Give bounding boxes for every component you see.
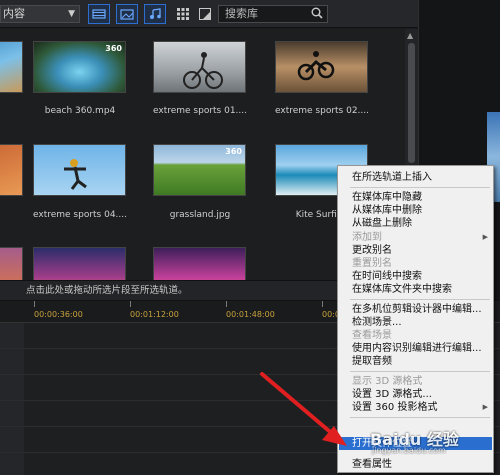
menu-item-add-to: 添加到 ▶ [339, 231, 492, 244]
media-thumbnail[interactable] [153, 41, 246, 93]
chevron-down-icon: ▼ [68, 9, 75, 19]
media-thumbnail[interactable] [153, 247, 246, 280]
menu-item-change-alias[interactable]: 更改别名 [339, 244, 492, 257]
thumbnail-size-button[interactable] [194, 4, 216, 24]
media-thumbnail[interactable] [33, 144, 126, 196]
media-thumbnail[interactable]: 360 [33, 41, 126, 93]
menu-item-detect-scenes[interactable]: 检测场景... [339, 316, 492, 329]
menu-separator [350, 417, 490, 418]
menu-item-set-360-projection[interactable]: 设置 360 投影格式 ▶ [339, 401, 492, 414]
menu-item-reset-alias: 重置别名 [352, 258, 392, 269]
menu-item-multicam-edit[interactable]: 在多机位剪辑设计器中编辑... [339, 303, 492, 316]
media-filter-dropdown[interactable]: 内容 ▼ [0, 5, 80, 23]
menu-item-show-3d-format: 显示 3D 源格式 [352, 376, 423, 387]
media-thumbnail[interactable] [0, 41, 23, 93]
video-filter-button[interactable] [88, 4, 110, 24]
grid-icon [177, 8, 189, 20]
media-caption: extreme sports 04.... [32, 210, 128, 220]
media-caption: extreme sports 01.... [152, 106, 248, 116]
search-icon[interactable] [311, 7, 323, 19]
menu-item-set-3d-format[interactable]: 设置 3D 源格式... [339, 388, 492, 401]
360-badge: 360 [225, 147, 242, 156]
image-filter-button[interactable] [116, 4, 138, 24]
media-thumbnail[interactable] [33, 247, 126, 280]
menu-item-label: 添加到 [352, 232, 382, 243]
film-icon [92, 9, 106, 19]
audio-filter-button[interactable] [144, 4, 166, 24]
music-note-icon [150, 8, 161, 19]
media-caption: grassland.jpg [169, 210, 231, 220]
skydiver-icon [64, 159, 87, 190]
menu-item-delete-from-library[interactable]: 从媒体库中删除 [339, 204, 492, 217]
scroll-up-icon[interactable]: ▲ [407, 31, 413, 40]
app-window: 内容 ▼ 搜索库 360 beach 360.mp4 extreme sport… [0, 0, 500, 475]
motocross-icon [297, 51, 335, 81]
menu-item-delete-from-disk[interactable]: 从磁盘上删除 [339, 217, 492, 230]
menu-separator [350, 187, 490, 188]
watermark-url: jingyan.baidu.com [372, 446, 446, 455]
library-search-input[interactable]: 搜索库 [218, 5, 328, 23]
media-thumbnail[interactable] [0, 247, 23, 280]
menu-separator [350, 371, 490, 372]
picture-icon [120, 8, 134, 20]
360-badge: 360 [105, 44, 122, 53]
media-thumbnail[interactable] [0, 144, 23, 196]
menu-item-view-properties[interactable]: 查看属性 [339, 458, 492, 471]
menu-item-hide-in-library[interactable]: 在媒体库中隐藏 [339, 191, 492, 204]
menu-item-content-aware-edit[interactable]: 使用内容识别编辑进行编辑... [339, 342, 492, 355]
menu-item-extract-audio[interactable]: 提取音频 [339, 355, 492, 368]
media-filter-label: 内容 [3, 7, 25, 20]
menu-item-label: 设置 360 投影格式 [352, 402, 438, 413]
menu-item-view-scenes: 查看场景 [352, 330, 392, 341]
grid-view-button[interactable] [172, 4, 194, 24]
ruler-tick-label: 00:01:48:00 [226, 310, 275, 319]
menu-item-search-library-folder[interactable]: 在媒体库文件夹中搜索 [339, 283, 492, 296]
menu-separator [350, 299, 490, 300]
search-placeholder: 搜索库 [225, 7, 258, 20]
library-toolbar: 内容 ▼ 搜索库 [0, 0, 418, 28]
scroll-thumb[interactable] [408, 43, 415, 163]
bmx-rider-icon [183, 52, 223, 89]
ruler-tick-label: 00:00:36:00 [34, 310, 83, 319]
media-thumbnail[interactable] [275, 41, 368, 93]
resize-icon [199, 8, 211, 20]
menu-item-insert-on-track[interactable]: 在所选轨道上插入 [339, 171, 492, 184]
media-caption: extreme sports 02.... [274, 106, 370, 116]
submenu-arrow-icon: ▶ [482, 233, 488, 241]
menu-item-search-timeline[interactable]: 在时间线中搜索 [339, 270, 492, 283]
media-caption: beach 360.mp4 [44, 106, 116, 116]
submenu-arrow-icon: ▶ [482, 403, 488, 411]
media-thumbnail[interactable]: 360 [153, 144, 246, 196]
ruler-tick-label: 00:01:12:00 [130, 310, 179, 319]
